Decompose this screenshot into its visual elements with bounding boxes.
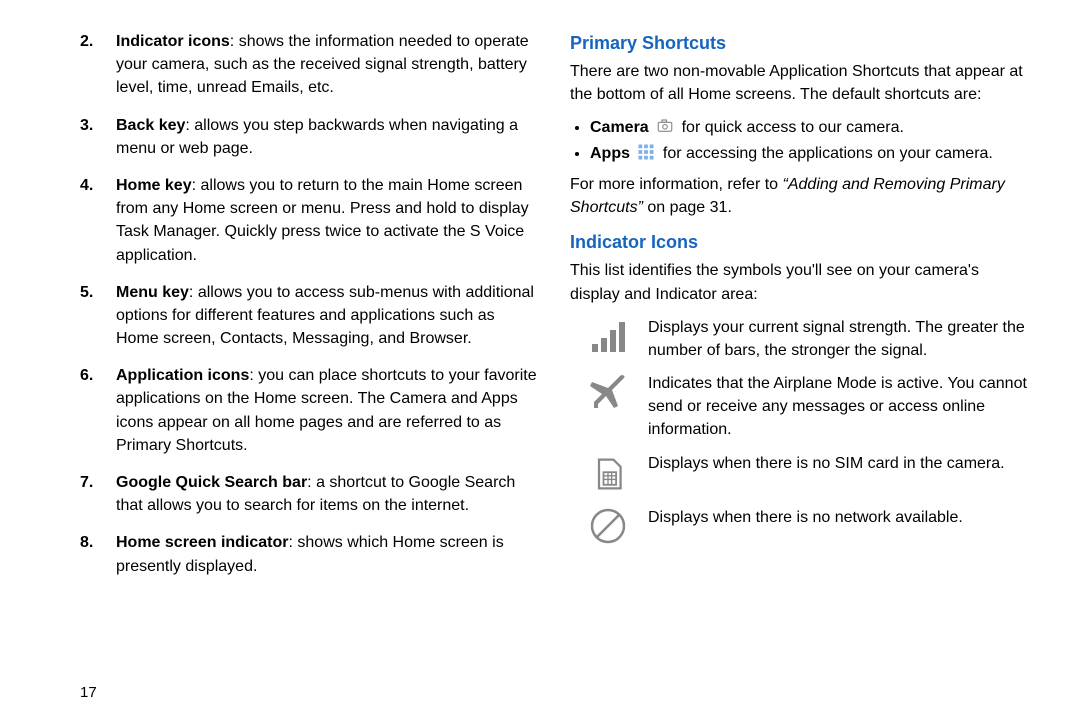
bullet-desc: for quick access to our camera. — [682, 119, 904, 136]
list-item-term: Home screen indicator — [116, 534, 289, 551]
list-item-term: Application icons — [116, 367, 249, 384]
no-network-icon — [586, 506, 630, 546]
camera-icon — [656, 117, 674, 135]
no-sim-icon — [586, 452, 630, 496]
manual-page: Indicator icons: shows the information n… — [0, 0, 1080, 720]
indicator-icons-intro: This list identifies the symbols you'll … — [570, 259, 1030, 305]
table-row: Displays when there is no SIM card in th… — [570, 452, 1030, 496]
list-item: Google Quick Search bar: a shortcut to G… — [80, 471, 540, 517]
row-desc: Indicates that the Airplane Mode is acti… — [648, 372, 1030, 442]
bullet-term: Apps — [590, 145, 630, 162]
list-item-term: Back key — [116, 117, 185, 134]
bullet-term: Camera — [590, 119, 649, 136]
table-row: Displays when there is no network availa… — [570, 506, 1030, 546]
list-item: Home screen indicator: shows which Home … — [80, 531, 540, 577]
primary-shortcuts-list: Camera for quick access to our camera. A… — [570, 116, 1030, 164]
row-desc: Displays your current signal strength. T… — [648, 316, 1030, 362]
list-item: Apps for accessing the applications on y… — [590, 142, 1030, 165]
apps-grid-icon — [637, 143, 655, 161]
list-item: Back key: allows you step backwards when… — [80, 114, 540, 160]
right-column: Primary Shortcuts There are two non-mova… — [570, 30, 1030, 700]
indicator-icons-table: Displays your current signal strength. T… — [570, 316, 1030, 546]
table-row: Indicates that the Airplane Mode is acti… — [570, 372, 1030, 442]
airplane-mode-icon — [586, 372, 630, 412]
left-column: Indicator icons: shows the information n… — [30, 30, 540, 700]
table-row: Displays your current signal strength. T… — [570, 316, 1030, 362]
list-item: Indicator icons: shows the information n… — [80, 30, 540, 100]
list-item-term: Menu key — [116, 284, 189, 301]
bullet-desc: for accessing the applications on your c… — [663, 145, 993, 162]
numbered-feature-list: Indicator icons: shows the information n… — [80, 30, 540, 578]
indicator-icons-heading: Indicator Icons — [570, 229, 1030, 255]
more-info-ref: For more information, refer to “Adding a… — [570, 173, 1030, 219]
list-item: Menu key: allows you to access sub-menus… — [80, 281, 540, 351]
list-item: Home key: allows you to return to the ma… — [80, 174, 540, 267]
primary-shortcuts-heading: Primary Shortcuts — [570, 30, 1030, 56]
row-desc: Displays when there is no SIM card in th… — [648, 452, 1030, 475]
list-item: Application icons: you can place shortcu… — [80, 364, 540, 457]
list-item: Camera for quick access to our camera. — [590, 116, 1030, 139]
signal-strength-icon — [586, 316, 630, 356]
row-desc: Displays when there is no network availa… — [648, 506, 1030, 529]
list-item-term: Home key — [116, 177, 192, 194]
ref-pre: For more information, refer to — [570, 176, 783, 193]
ref-post: on page 31. — [643, 199, 732, 216]
primary-shortcuts-intro: There are two non-movable Application Sh… — [570, 60, 1030, 106]
list-item-term: Indicator icons — [116, 33, 230, 50]
list-item-term: Google Quick Search bar — [116, 474, 307, 491]
page-number: 17 — [80, 682, 97, 704]
